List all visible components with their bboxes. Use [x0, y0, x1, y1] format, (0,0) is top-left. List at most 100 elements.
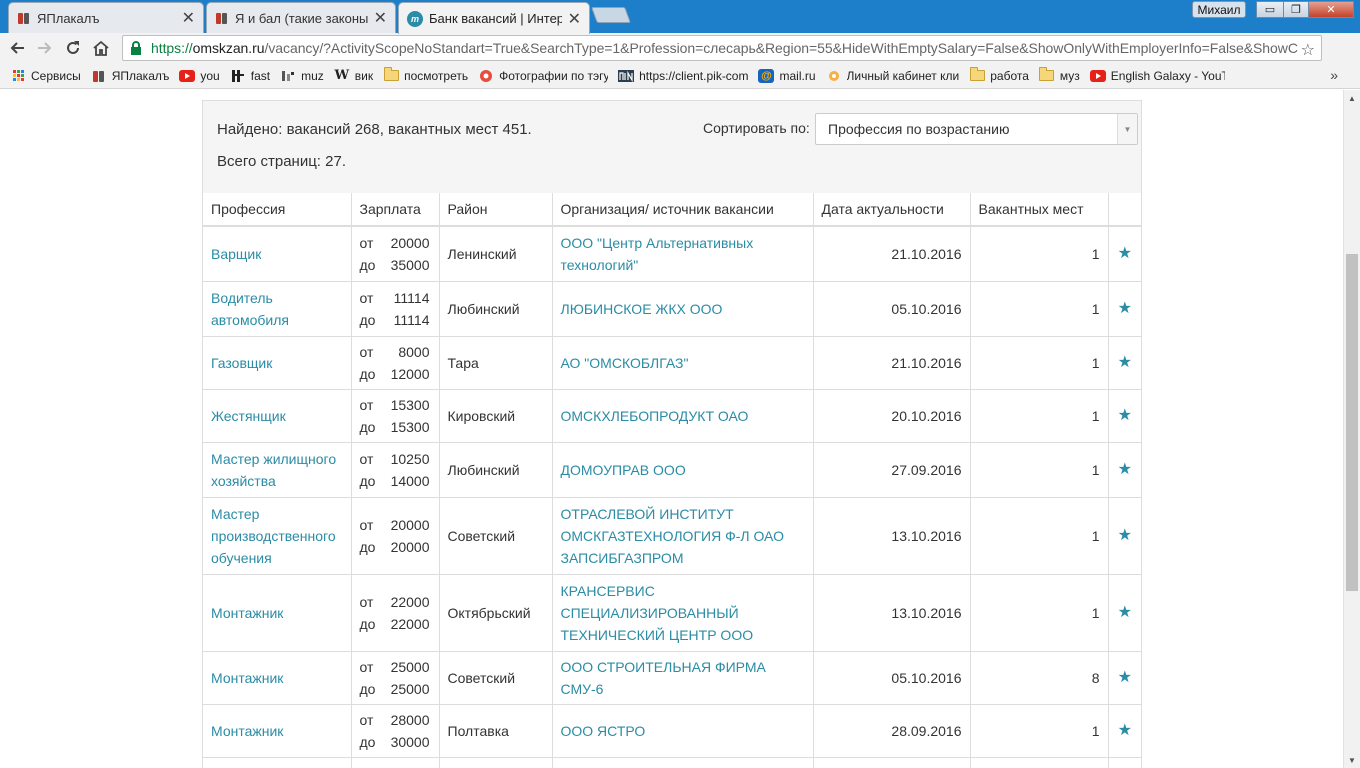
- column-header-organization[interactable]: Организация/ источник вакансии: [551, 193, 814, 227]
- salary-to: до 12000: [360, 363, 430, 385]
- cell-favorite: [1107, 756, 1141, 768]
- organization-link[interactable]: ООО ЯСТРО: [561, 723, 646, 739]
- profession-link[interactable]: Монтажник: [211, 723, 283, 739]
- folder-icon: [383, 67, 399, 83]
- restore-button[interactable]: ❐: [1283, 1, 1309, 18]
- bookmark-fast[interactable]: fast: [225, 65, 275, 87]
- folder-icon: [1039, 67, 1055, 83]
- profession-link[interactable]: Монтажник: [211, 670, 283, 686]
- bookmark-folder-rabota[interactable]: работа: [964, 65, 1034, 87]
- column-header-date[interactable]: Дата актуальности: [812, 193, 971, 227]
- bookmark-wiki[interactable]: Wвик: [329, 65, 378, 87]
- column-header-district[interactable]: Район: [438, 193, 553, 227]
- bookmark-personal-cabinet[interactable]: Личный кабинет кли: [821, 65, 965, 87]
- organization-link[interactable]: ОМСКХЛЕБОПРОДУКТ ОАО: [561, 408, 749, 424]
- salary-to-value: 35000: [390, 256, 430, 273]
- bookmark-mailru[interactable]: @ mail.ru: [753, 65, 820, 87]
- tab-yaplakal[interactable]: ЯПлакалъ ✕: [8, 2, 204, 33]
- browser-title-bar: ЯПлакалъ ✕ Я и бал (такие законы) - ✕ m …: [0, 0, 1360, 34]
- minimize-button[interactable]: ▭: [1256, 1, 1284, 18]
- profession-link[interactable]: Газовщик: [211, 355, 272, 371]
- profession-link[interactable]: Монтажник: [211, 605, 283, 621]
- organization-link[interactable]: АО "ОМСКОБЛГАЗ": [561, 355, 689, 371]
- close-window-button[interactable]: ✕: [1308, 1, 1354, 18]
- organization-link[interactable]: ООО СТРОИТЕЛЬНАЯ ФИРМА СМУ-6: [561, 659, 766, 697]
- tab-title: ЯПлакалъ: [37, 10, 100, 26]
- cell-salary: от 8000 до 12000: [350, 335, 440, 390]
- profession-link[interactable]: Жестянщик: [211, 408, 286, 424]
- favorite-star-icon[interactable]: ★: [1118, 527, 1132, 544]
- profession-link[interactable]: Мастер жилищного хозяйства: [211, 451, 336, 489]
- bookmark-services[interactable]: Сервисы: [0, 65, 86, 87]
- favorite-star-icon[interactable]: ★: [1118, 407, 1132, 424]
- favorite-star-icon[interactable]: ★: [1118, 245, 1132, 262]
- bookmark-english-galaxy[interactable]: English Galaxy - YouT: [1085, 65, 1230, 87]
- profession-link[interactable]: Водитель автомобиля: [211, 290, 289, 328]
- salary-to-value: 25000: [390, 680, 430, 697]
- photo-icon: [478, 69, 494, 83]
- sort-select[interactable]: Профессия по возрастанию ▼: [815, 113, 1138, 145]
- scrollbar-thumb[interactable]: [1346, 254, 1358, 591]
- salary-from-label: от: [359, 711, 374, 728]
- favorite-star-icon[interactable]: ★: [1118, 722, 1132, 739]
- bookmark-pik-client[interactable]: https://client.pik-com: [613, 65, 753, 87]
- favorite-star-icon[interactable]: ★: [1118, 300, 1132, 317]
- favorite-star-icon[interactable]: ★: [1118, 604, 1132, 621]
- scroll-up-arrow-icon[interactable]: ▲: [1344, 90, 1360, 106]
- cell-favorite: ★: [1107, 573, 1141, 652]
- bookmark-star-icon[interactable]: ☆: [1301, 40, 1315, 60]
- profession-link[interactable]: Мастер производственного обучения: [211, 506, 336, 566]
- column-header-profession[interactable]: Профессия: [203, 193, 352, 227]
- bookmark-label: https://client.pik-com: [639, 68, 749, 83]
- cell-profession: Мастер производственного обучения: [203, 496, 352, 575]
- url-host: omskzan.ru: [192, 40, 265, 56]
- back-button[interactable]: [6, 37, 28, 59]
- bookmark-photos-by-tag[interactable]: Фотографии по тэгу: [473, 65, 613, 87]
- new-tab-button[interactable]: [591, 7, 631, 23]
- cell-date: 05.10.2016: [812, 280, 971, 337]
- tab-ya-i-bal[interactable]: Я и бал (такие законы) - ✕: [206, 2, 396, 33]
- profession-link[interactable]: Варщик: [211, 246, 261, 262]
- sort-selected-value: Профессия по возрастанию: [828, 121, 1010, 137]
- column-header-salary[interactable]: Зарплата: [350, 193, 440, 227]
- tab-vacancy-bank[interactable]: m Банк вакансий | Интера ✕: [398, 2, 590, 34]
- salary-from: от 15300: [360, 394, 430, 416]
- organization-link[interactable]: ОТРАСЛЕВОЙ ИНСТИТУТ ОМСКГАЗТЕХНОЛОГИЯ Ф-…: [561, 506, 784, 566]
- cell-date: 21.10.2016: [812, 335, 971, 390]
- tab-title: Банк вакансий | Интера: [429, 11, 562, 26]
- cell-date: 28.09.2016: [812, 703, 971, 758]
- organization-link[interactable]: ЛЮБИНСКОЕ ЖКХ ООО: [561, 301, 723, 317]
- column-header-vacancies[interactable]: Вакантных мест: [969, 193, 1109, 227]
- cell-profession: Монтажник: [203, 650, 352, 705]
- pik-icon: [618, 69, 635, 83]
- salary-to-value: 20000: [390, 538, 430, 555]
- close-icon[interactable]: ✕: [182, 8, 195, 28]
- cell-favorite: ★: [1107, 335, 1141, 390]
- organization-link[interactable]: ООО "Центр Альтернативных технологий": [561, 235, 754, 273]
- favorite-star-icon[interactable]: ★: [1118, 461, 1132, 478]
- organization-link[interactable]: КРАНСЕРВИС СПЕЦИАЛИЗИРОВАННЫЙ ТЕХНИЧЕСКИ…: [561, 583, 754, 643]
- cell-vacancies: 1: [969, 703, 1109, 758]
- cell-profession: Газовщик: [203, 335, 352, 390]
- bookmark-folder-muz[interactable]: муз: [1034, 65, 1085, 87]
- bookmark-yaplakal[interactable]: ЯПлакалъ: [86, 65, 175, 87]
- forward-button[interactable]: [34, 37, 56, 59]
- address-bar[interactable]: https://omskzan.ru/vacancy/?ActivityScop…: [122, 35, 1322, 61]
- organization-link[interactable]: ДОМОУПРАВ ООО: [561, 462, 686, 478]
- bookmark-you[interactable]: you: [174, 65, 224, 87]
- bookmark-muz[interactable]: muz: [275, 65, 329, 87]
- close-icon[interactable]: ✕: [374, 8, 387, 28]
- browser-toolbar: https://omskzan.ru/vacancy/?ActivityScop…: [0, 33, 1360, 63]
- close-icon[interactable]: ✕: [568, 9, 581, 29]
- bookmark-folder-posmotret[interactable]: посмотреть: [378, 65, 473, 87]
- reload-button[interactable]: [62, 37, 84, 59]
- favorite-star-icon[interactable]: ★: [1118, 669, 1132, 686]
- profile-button[interactable]: Михаил: [1192, 1, 1246, 18]
- cell-organization: ДОМОУПРАВ ООО: [551, 441, 814, 498]
- home-button[interactable]: [90, 37, 112, 59]
- bookmarks-overflow-chevron-icon[interactable]: »: [1330, 67, 1338, 83]
- cell-district: Советский: [438, 650, 553, 705]
- page-scrollbar[interactable]: ▲ ▼: [1343, 90, 1360, 768]
- scroll-down-arrow-icon[interactable]: ▼: [1344, 752, 1360, 768]
- favorite-star-icon[interactable]: ★: [1118, 354, 1132, 371]
